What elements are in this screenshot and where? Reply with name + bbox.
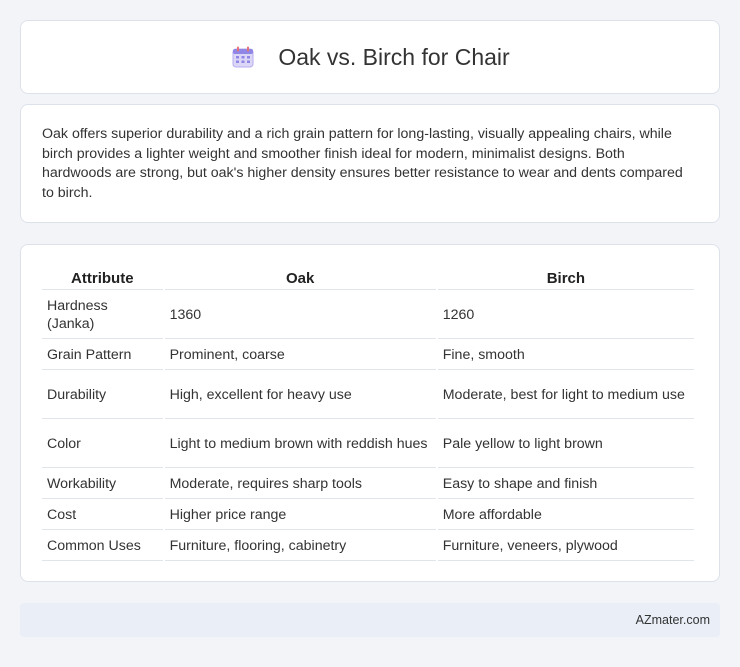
oak-cell: Higher price range [164,501,436,530]
birch-cell: Easy to shape and finish [437,470,694,499]
attribute-cell: Grain Pattern [42,341,163,370]
footer: AZmater.com [20,603,720,637]
summary-text: Oak offers superior durability and a ric… [42,126,683,201]
oak-cell: Moderate, requires sharp tools [164,470,436,499]
birch-cell: More affordable [437,501,694,530]
birch-cell: Furniture, veneers, plywood [437,532,694,561]
birch-cell: 1260 [437,292,694,339]
table-row: Workability Moderate, requires sharp too… [42,470,694,499]
table-row: Common Uses Furniture, flooring, cabinet… [42,532,694,561]
table-row: Cost Higher price range More affordable [42,501,694,530]
oak-cell: High, excellent for heavy use [164,372,436,419]
attribute-cell: Cost [42,501,163,530]
oak-cell: 1360 [164,292,436,339]
attribute-cell: Workability [42,470,163,499]
oak-cell: Light to medium brown with reddish hues [164,421,436,468]
birch-cell: Pale yellow to light brown [437,421,694,468]
title-card: Oak vs. Birch for Chair [20,20,720,94]
oak-cell: Furniture, flooring, cabinetry [164,532,436,561]
table-row: Color Light to medium brown with reddish… [42,421,694,468]
attribute-cell: Color [42,421,163,468]
attribute-cell: Common Uses [42,532,163,561]
summary-card: Oak offers superior durability and a ric… [20,104,720,223]
table-row: Grain Pattern Prominent, coarse Fine, sm… [42,341,694,370]
oak-cell: Prominent, coarse [164,341,436,370]
birch-cell: Fine, smooth [437,341,694,370]
birch-cell: Moderate, best for light to medium use [437,372,694,419]
comparison-table: Attribute Oak Birch Hardness (Janka) 136… [40,265,696,563]
attribute-cell: Durability [42,372,163,419]
header-birch: Birch [437,267,694,290]
table-row: Durability High, excellent for heavy use… [42,372,694,419]
comparison-card: Attribute Oak Birch Hardness (Janka) 136… [20,244,720,582]
calendar-icon [230,44,256,70]
attribute-cell: Hardness (Janka) [42,292,163,339]
table-header-row: Attribute Oak Birch [42,267,694,290]
page-title: Oak vs. Birch for Chair [278,43,510,70]
table-row: Hardness (Janka) 1360 1260 [42,292,694,339]
header-attribute: Attribute [42,267,163,290]
footer-source-link[interactable]: AZmater.com [636,613,710,627]
header-oak: Oak [164,267,436,290]
